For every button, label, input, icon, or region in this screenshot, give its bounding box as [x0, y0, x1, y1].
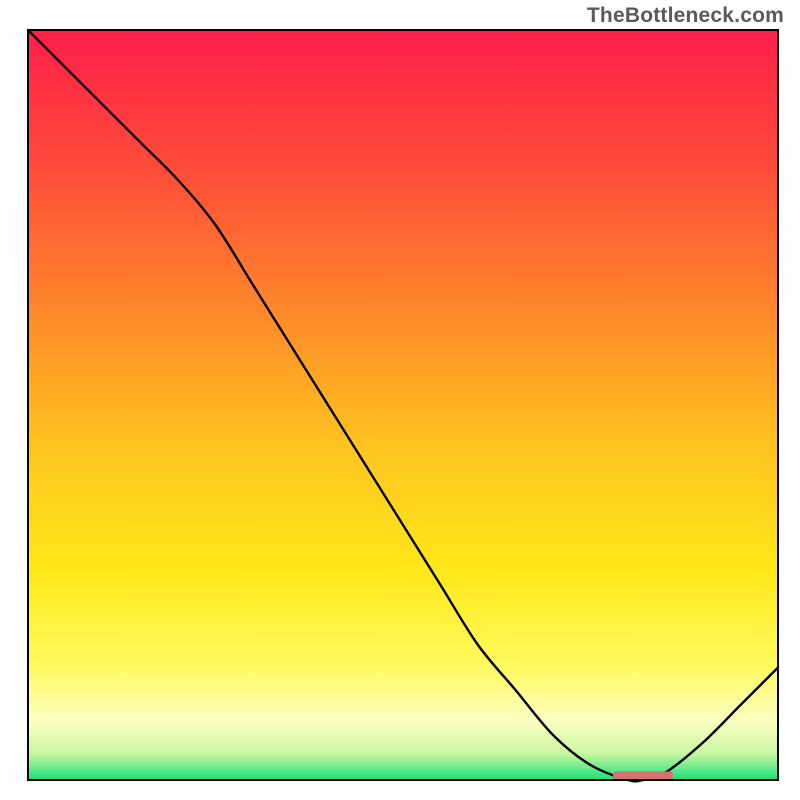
optimal-range-marker — [613, 772, 673, 780]
bottleneck-chart — [0, 0, 800, 800]
